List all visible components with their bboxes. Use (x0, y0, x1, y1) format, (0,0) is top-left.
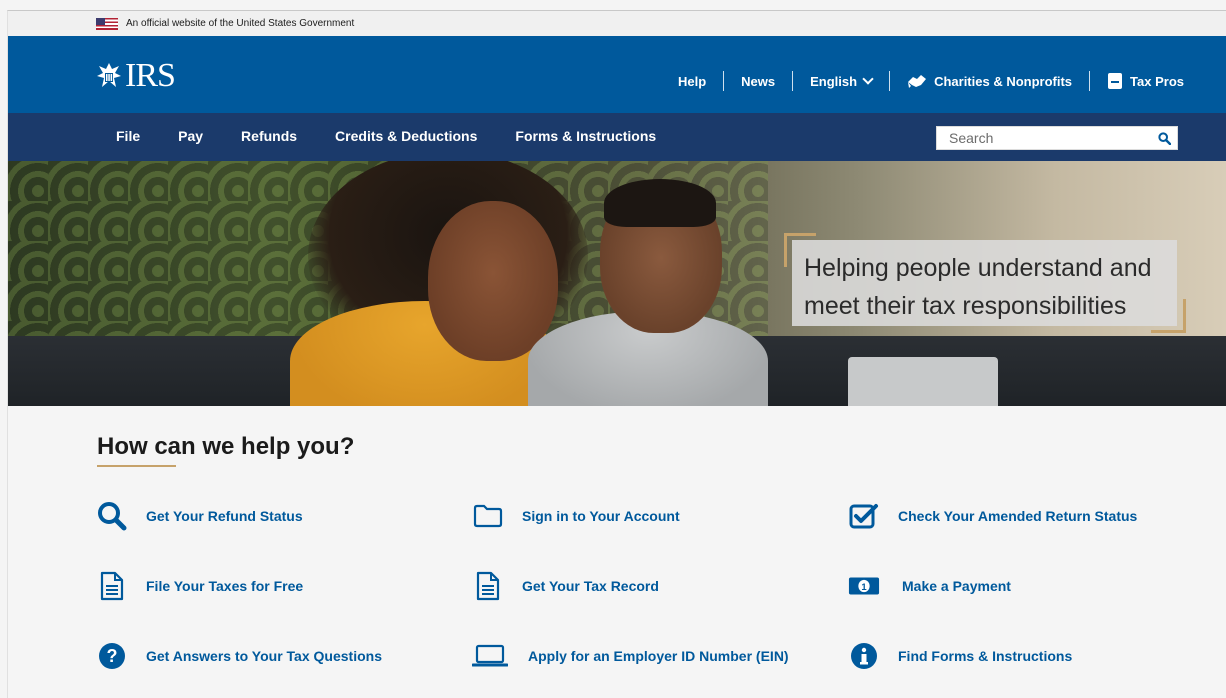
info-icon (848, 641, 880, 671)
tile-label: Get Your Refund Status (146, 508, 303, 524)
checkbox-icon (848, 501, 880, 531)
help-link-label: Help (677, 73, 707, 89)
money-icon: 1 (848, 571, 880, 601)
tile-label: Apply for an Employer ID Number (EIN) (528, 648, 789, 664)
news-link[interactable]: News (724, 74, 792, 89)
us-flag-icon (96, 17, 118, 30)
tagline-bracket-bottom-right (1151, 299, 1186, 333)
tile-label: Check Your Amended Return Status (898, 508, 1138, 524)
nav-item-pay[interactable]: Pay (178, 128, 203, 144)
hero-photo-woman-face (428, 201, 558, 361)
svg-text:1: 1 (861, 581, 866, 592)
laptop-icon (472, 641, 508, 671)
question-icon: ? (96, 641, 128, 671)
tagline-line-2: meet their tax responsibilities (804, 292, 1127, 320)
tagline-line-1: Helping people understand and (804, 254, 1152, 282)
logo-text: IRS (125, 57, 176, 94)
apply-ein-link[interactable]: Apply for an Employer ID Number (EIN) (472, 641, 789, 671)
tagline-box: Helping people understand and meet their… (792, 240, 1177, 326)
title-underline (97, 465, 176, 467)
main-nav: File Pay Refunds Credits & Deductions Fo… (8, 113, 1226, 161)
nav-item-refunds[interactable]: Refunds (241, 128, 297, 144)
svg-text:?: ? (107, 646, 118, 666)
browser-viewport: An official website of the United States… (7, 10, 1226, 698)
help-link[interactable]: Help (661, 74, 723, 89)
hero-photo-laptop (848, 357, 998, 406)
chevron-down-icon (862, 73, 874, 85)
briefcase-id-icon (1108, 73, 1123, 89)
irs-logo[interactable]: IRS (96, 57, 176, 94)
folder-icon (472, 501, 504, 531)
charities-link[interactable]: Charities & Nonprofits (890, 73, 1089, 89)
refund-status-link[interactable]: Get Your Refund Status (96, 501, 303, 531)
utility-nav: Help News English Charities & Nonprofits (661, 71, 1184, 91)
news-link-label: News (741, 73, 776, 89)
help-section-title: How can we help you? (97, 433, 355, 460)
site-header: IRS Help News English Charities & Nonpro… (8, 36, 1226, 113)
tax-questions-link[interactable]: ? Get Answers to Your Tax Questions (96, 641, 382, 671)
tile-label: Make a Payment (902, 578, 1011, 594)
tile-label: Find Forms & Instructions (898, 648, 1073, 664)
file-taxes-free-link[interactable]: File Your Taxes for Free (96, 571, 303, 601)
search-input[interactable] (937, 127, 1151, 149)
help-section: How can we help you? Get Your Refund Sta… (8, 406, 1226, 698)
nav-item-forms-instructions[interactable]: Forms & Instructions (515, 128, 656, 144)
search-icon (96, 501, 128, 531)
nav-item-credits-deductions[interactable]: Credits & Deductions (335, 128, 477, 144)
language-dropdown[interactable]: English (793, 73, 889, 89)
make-payment-link[interactable]: 1 Make a Payment (848, 571, 1011, 601)
tax-pros-link[interactable]: Tax Pros (1090, 72, 1184, 90)
gov-banner: An official website of the United States… (8, 11, 1226, 36)
tax-record-link[interactable]: Get Your Tax Record (472, 571, 659, 601)
search-icon (1157, 131, 1171, 145)
language-label: English (810, 73, 858, 89)
hero-photo-man-hair (604, 179, 716, 227)
amended-return-status-link[interactable]: Check Your Amended Return Status (848, 501, 1137, 531)
document-icon (472, 571, 504, 601)
search-box (936, 126, 1178, 150)
hero-banner: Helping people understand and meet their… (8, 161, 1226, 406)
tile-label: File Your Taxes for Free (146, 578, 304, 594)
nav-item-file[interactable]: File (116, 128, 140, 144)
tile-label: Get Your Tax Record (522, 578, 659, 594)
sign-in-account-link[interactable]: Sign in to Your Account (472, 501, 680, 531)
eagle-logo-icon (97, 63, 121, 87)
tile-label: Get Answers to Your Tax Questions (146, 648, 382, 664)
charities-link-label: Charities & Nonprofits (934, 73, 1073, 89)
find-forms-link[interactable]: Find Forms & Instructions (848, 641, 1072, 671)
tile-label: Sign in to Your Account (522, 508, 680, 524)
handshake-icon (908, 75, 927, 88)
document-icon (96, 571, 128, 601)
tax-pros-link-label: Tax Pros (1130, 73, 1184, 89)
gov-banner-text: An official website of the United States… (126, 18, 355, 29)
nav-menu: File Pay Refunds Credits & Deductions Fo… (116, 128, 656, 144)
search-button[interactable] (1151, 127, 1177, 149)
